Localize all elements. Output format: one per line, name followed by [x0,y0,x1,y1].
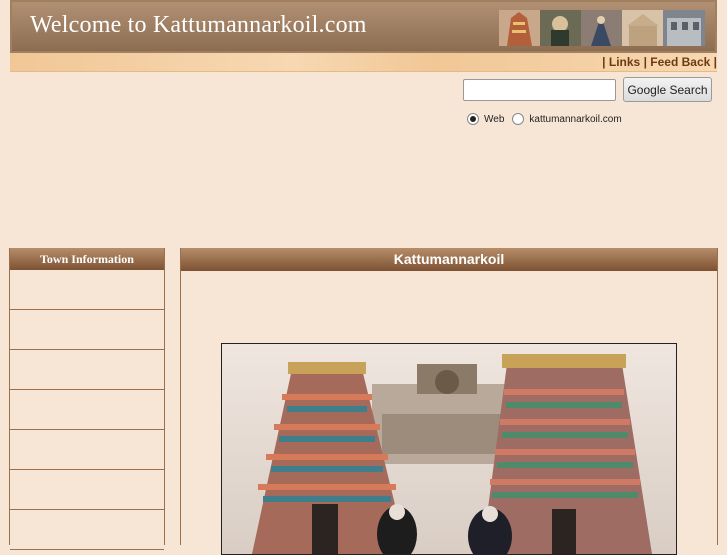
google-search-button[interactable]: Google Search [623,77,712,102]
sidebar-item[interactable] [10,350,164,390]
sidebar-item[interactable] [10,470,164,510]
town-info-sidebar: Town Information [9,248,165,550]
sidebar-item[interactable] [10,390,164,430]
sidebar-item[interactable] [10,430,164,470]
sidebar-item[interactable] [10,310,164,350]
sidebar-title: Town Information [10,248,164,270]
radio-web[interactable] [467,113,479,125]
temple-gopurams-image [222,344,676,554]
links-link[interactable]: Links [609,55,640,69]
feedback-link[interactable]: Feed Back [650,55,710,69]
temple-photo [221,343,677,555]
sidebar-item[interactable] [10,270,164,310]
site-banner: Welcome to Kattumannarkoil.com [10,0,717,53]
separator: | [713,55,717,69]
sidebar-item[interactable] [10,510,164,550]
site-title: Welcome to Kattumannarkoil.com [30,12,367,38]
radio-web-label: Web [484,113,505,125]
banner-photos-image [499,10,705,46]
banner-photo-strip [499,10,705,46]
main-content: Kattumannarkoil [180,248,718,555]
search-input[interactable] [463,79,616,101]
separator: | [602,55,606,69]
radio-site[interactable] [512,113,525,125]
separator: | [643,55,647,69]
radio-site-label: kattumannarkoil.com [529,113,622,125]
top-links: | Links | Feed Back | [602,55,717,69]
main-title: Kattumannarkoil [181,248,717,271]
search-scope-options: Web kattumannarkoil.com [467,113,622,125]
